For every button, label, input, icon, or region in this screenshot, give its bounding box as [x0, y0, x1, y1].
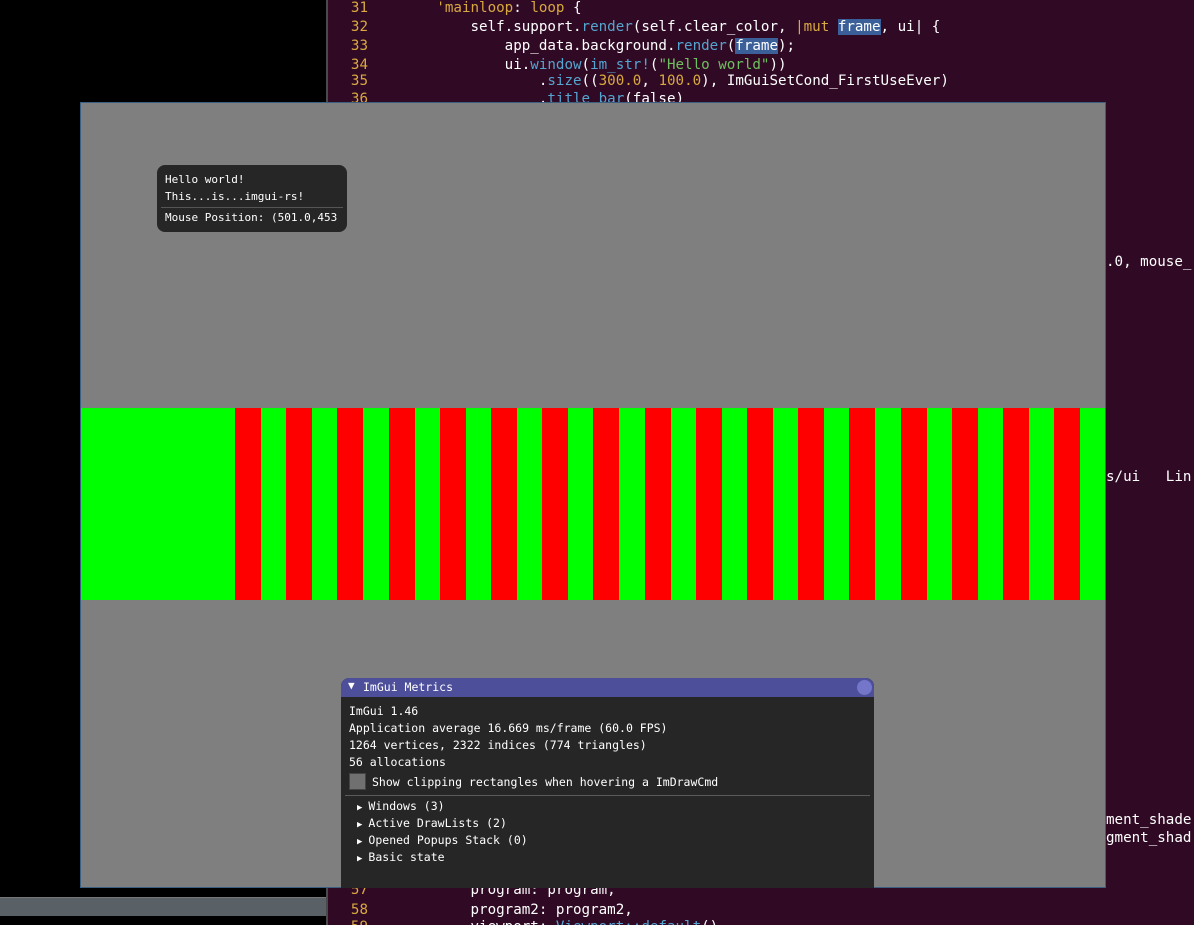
- red-stripe: [389, 408, 415, 600]
- code-token: render: [581, 19, 633, 35]
- code-fragment-shader-1: ment_shade: [1106, 812, 1192, 828]
- red-stripe: [1054, 408, 1080, 600]
- code-token: loop: [530, 0, 565, 16]
- code-line-33: 33 app_data.background.render(frame);: [328, 36, 795, 56]
- code-token: app_data.background.: [368, 38, 676, 54]
- fps-readout: Application average 16.669 ms/frame (60.…: [349, 721, 668, 735]
- code-token: 'mainloop: [436, 0, 514, 16]
- separator: [345, 795, 870, 796]
- red-stripe: [491, 408, 517, 600]
- red-stripe: [286, 408, 312, 600]
- hello-world-window[interactable]: Hello world! This...is...imgui-rs! Mouse…: [157, 165, 347, 232]
- code-token: self.support.: [368, 19, 582, 35]
- collapse-arrow-icon[interactable]: ▼: [348, 679, 355, 692]
- code-token: (self.clear_color,: [632, 19, 796, 35]
- code-token: .: [368, 73, 548, 89]
- code-token: Viewport::default: [556, 919, 701, 925]
- separator: [161, 207, 343, 208]
- tree-node-popups-stack[interactable]: ▶ Opened Popups Stack (0): [357, 832, 528, 850]
- line-number: 31: [350, 0, 368, 16]
- code-token: (): [701, 919, 718, 925]
- code-token: (: [726, 38, 736, 54]
- code-token: size: [547, 73, 582, 89]
- code-fragment-mouse: .0, mouse_: [1106, 254, 1192, 270]
- red-stripe: [747, 408, 773, 600]
- allocation-count: 56 allocations: [349, 755, 446, 769]
- code-token: ((: [581, 73, 599, 89]
- code-token: 100.0: [658, 73, 702, 89]
- code-token: 300.0: [598, 73, 642, 89]
- red-stripe: [337, 408, 363, 600]
- code-token: ,: [641, 73, 659, 89]
- red-stripe: [696, 408, 722, 600]
- code-token: frame: [735, 38, 779, 54]
- clipping-rect-label[interactable]: Show clipping rectangles when hovering a…: [372, 774, 718, 790]
- vertex-count: 1264 vertices, 2322 indices (774 triangl…: [349, 738, 647, 752]
- expand-arrow-icon: ▶: [357, 820, 363, 830]
- stripe-background: [81, 408, 1105, 600]
- mouse-position-text: Mouse Position: (501.0,453: [165, 211, 338, 224]
- code-token: {: [564, 0, 582, 16]
- hello-text: Hello world!: [165, 173, 245, 186]
- line-number: 32: [350, 19, 368, 35]
- close-button[interactable]: [857, 680, 872, 695]
- imgui-metrics-window[interactable]: ▼ ImGui Metrics ImGui 1.46 Application a…: [341, 678, 874, 888]
- red-stripe: [542, 408, 568, 600]
- code-token: program2: program2,: [368, 902, 633, 918]
- imgui-version: ImGui 1.46: [349, 704, 419, 718]
- code-token: frame: [837, 19, 881, 35]
- red-stripe: [593, 408, 619, 600]
- code-line-31: 31 'mainloop: loop {: [328, 0, 582, 18]
- expand-arrow-icon: ▶: [357, 854, 363, 864]
- code-fragment-shader-2: gment_shad: [1106, 830, 1192, 846]
- expand-arrow-icon: ▶: [357, 837, 363, 847]
- red-stripe: [645, 408, 671, 600]
- red-stripe: [849, 408, 875, 600]
- code-fragment-path: s/ui Lin: [1106, 469, 1192, 485]
- code-line-35: 35 .size((300.0, 100.0), ImGuiSetCond_Fi…: [328, 71, 949, 91]
- clipping-rect-checkbox[interactable]: [349, 773, 366, 790]
- code-token: ), ImGuiSetCond_FirstUseEver): [701, 73, 949, 89]
- code-token: viewport:: [368, 919, 556, 925]
- code-token: , ui| {: [880, 19, 941, 35]
- metrics-titlebar[interactable]: ▼ ImGui Metrics: [341, 678, 874, 697]
- red-stripe: [901, 408, 927, 600]
- line-number: 35: [350, 73, 368, 89]
- code-line-59: 59 viewport: Viewport::default(): [328, 917, 718, 925]
- red-stripe: [440, 408, 466, 600]
- code-token: render: [675, 38, 727, 54]
- red-stripe: [1003, 408, 1029, 600]
- red-stripe: [798, 408, 824, 600]
- line-number: 33: [350, 38, 368, 54]
- code-token: |mut: [795, 19, 830, 35]
- tree-node-active-drawlists[interactable]: ▶ Active DrawLists (2): [357, 815, 507, 833]
- tree-node-basic-state[interactable]: ▶ Basic state: [357, 849, 445, 867]
- red-stripe: [952, 408, 978, 600]
- code-token: );: [778, 38, 796, 54]
- code-token: :: [513, 0, 531, 16]
- metrics-title: ImGui Metrics: [363, 680, 454, 694]
- terminal-status-bar: [0, 897, 326, 916]
- red-stripe: [235, 408, 261, 600]
- expand-arrow-icon: ▶: [357, 803, 363, 813]
- line-number: 59: [328, 917, 368, 925]
- code-line-32: 32 self.support.render(self.clear_color,…: [328, 17, 940, 37]
- imgui-rs-text: This...is...imgui-rs!: [165, 190, 305, 203]
- tree-node-windows[interactable]: ▶ Windows (3): [357, 798, 445, 816]
